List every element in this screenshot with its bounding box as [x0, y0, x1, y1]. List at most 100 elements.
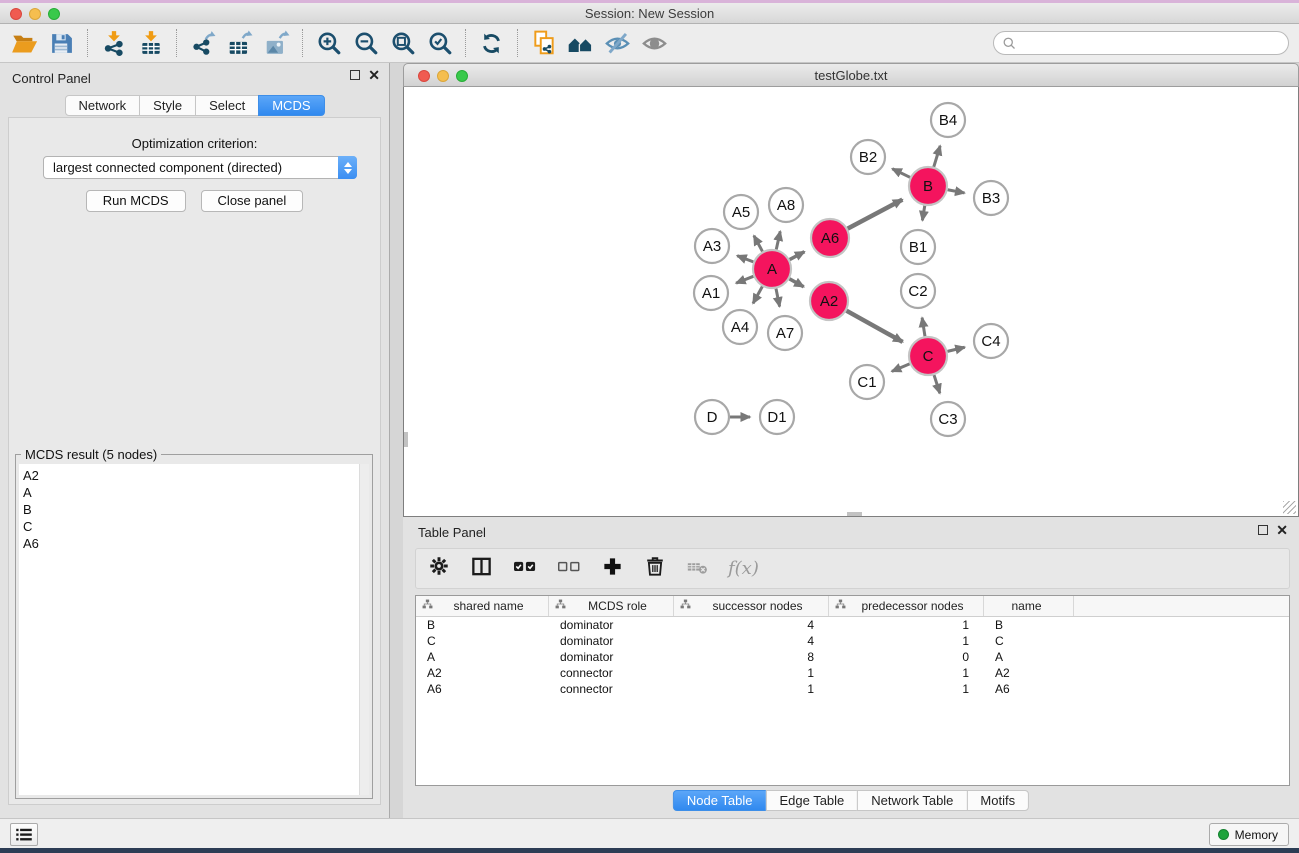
delete-column-icon[interactable] [644, 555, 666, 582]
select-all-icon[interactable] [513, 555, 537, 582]
mcds-result-list[interactable]: A2ABCA6 [19, 464, 369, 795]
tab-select[interactable]: Select [195, 95, 259, 116]
deselect-all-icon[interactable] [557, 555, 581, 582]
export-network-icon[interactable] [184, 26, 221, 60]
import-network-icon[interactable] [95, 26, 132, 60]
result-list-item[interactable]: A2 [23, 467, 369, 484]
run-mcds-button[interactable]: Run MCDS [86, 190, 186, 212]
memory-button[interactable]: Memory [1209, 823, 1289, 846]
open-file-icon[interactable] [6, 26, 43, 60]
table-row[interactable]: Bdominator41B [416, 617, 1289, 633]
table-row[interactable]: Adominator80A [416, 649, 1289, 665]
horizontal-scrollbar[interactable] [847, 512, 862, 516]
column-header-successor-nodes[interactable]: successor nodes [674, 596, 829, 616]
graph-node-D[interactable]: D [695, 400, 729, 434]
graph-edge-B-B2[interactable] [892, 169, 910, 178]
graph-edge-A-A4[interactable] [753, 287, 762, 304]
add-column-icon[interactable] [601, 555, 624, 583]
graph-edge-A-A1[interactable] [736, 276, 753, 283]
graph-edge-B-B4[interactable] [934, 146, 940, 167]
graph-node-A7[interactable]: A7 [768, 316, 802, 350]
criterion-select[interactable]: largest connected component (directed) [43, 156, 357, 179]
graph-edge-A6-B[interactable] [848, 200, 903, 229]
settings-icon[interactable] [428, 555, 450, 582]
graph-node-A5[interactable]: A5 [724, 195, 758, 229]
column-header-name[interactable]: name [984, 596, 1074, 616]
graph-edge-C-C4[interactable] [947, 347, 964, 351]
graph-node-B4[interactable]: B4 [931, 103, 965, 137]
zoom-in-icon[interactable] [310, 26, 347, 60]
first-neighbors-icon[interactable] [562, 26, 599, 60]
graph-node-A8[interactable]: A8 [769, 188, 803, 222]
show-columns-icon[interactable] [470, 555, 493, 583]
graph-node-A6[interactable]: A6 [811, 219, 849, 257]
result-list-scrollbar[interactable] [359, 464, 369, 795]
graph-edge-A-A7[interactable] [776, 289, 780, 307]
graph-edge-C-C3[interactable] [934, 375, 940, 393]
graph-node-A2[interactable]: A2 [810, 282, 848, 320]
hide-selected-icon[interactable] [599, 26, 636, 60]
network-window-titlebar[interactable]: testGlobe.txt [403, 63, 1299, 87]
result-list-item[interactable]: C [23, 518, 369, 535]
graph-node-C3[interactable]: C3 [931, 402, 965, 436]
vertical-scrollbar[interactable] [404, 432, 408, 447]
column-header-predecessor-nodes[interactable]: predecessor nodes [829, 596, 984, 616]
tab-network-table[interactable]: Network Table [857, 790, 967, 811]
close-table-panel-icon[interactable]: ✕ [1276, 525, 1288, 535]
graph-node-C1[interactable]: C1 [850, 365, 884, 399]
tab-mcds[interactable]: MCDS [258, 95, 324, 116]
close-panel-icon[interactable]: ✕ [368, 70, 380, 80]
graph-edge-C-C2[interactable] [922, 318, 925, 337]
graph-edge-C-C1[interactable] [892, 364, 910, 372]
network-canvas[interactable]: B4B2BB3A5A8A6A3B1AA1C2A2A4A7C4CC1C3DD1 [403, 87, 1299, 517]
tab-style[interactable]: Style [139, 95, 196, 116]
zoom-out-icon[interactable] [347, 26, 384, 60]
clone-network-icon[interactable] [525, 26, 562, 60]
export-table-icon[interactable] [221, 26, 258, 60]
search-box[interactable] [993, 31, 1289, 55]
delete-table-icon[interactable] [686, 555, 708, 582]
column-header-mcds-role[interactable]: MCDS role [549, 596, 674, 616]
float-table-panel-icon[interactable] [1258, 525, 1268, 535]
save-session-icon[interactable] [43, 26, 80, 60]
graph-node-C4[interactable]: C4 [974, 324, 1008, 358]
graph-node-B3[interactable]: B3 [974, 181, 1008, 215]
graph-node-A4[interactable]: A4 [723, 310, 757, 344]
graph-edge-B-B3[interactable] [948, 190, 965, 193]
table-row[interactable]: A2connector11A2 [416, 665, 1289, 681]
graph-node-B1[interactable]: B1 [901, 230, 935, 264]
table-row[interactable]: A6connector11A6 [416, 681, 1289, 697]
zoom-fit-icon[interactable] [384, 26, 421, 60]
tab-node-table[interactable]: Node Table [673, 790, 767, 811]
graph-node-D1[interactable]: D1 [760, 400, 794, 434]
graph-node-A[interactable]: A [753, 250, 791, 288]
graph-edge-A-A2[interactable] [789, 279, 803, 287]
zoom-selected-icon[interactable] [421, 26, 458, 60]
task-history-button[interactable] [10, 823, 38, 846]
close-panel-button[interactable]: Close panel [201, 190, 304, 212]
tab-motifs[interactable]: Motifs [966, 790, 1029, 811]
float-panel-icon[interactable] [350, 70, 360, 80]
graph-edge-A-A8[interactable] [776, 231, 780, 249]
tab-edge-table[interactable]: Edge Table [765, 790, 858, 811]
graph-edge-B-B1[interactable] [922, 206, 924, 221]
graph-edge-A2-C[interactable] [846, 311, 902, 342]
graph-node-B2[interactable]: B2 [851, 140, 885, 174]
resize-grip[interactable] [1283, 501, 1296, 514]
import-table-icon[interactable] [132, 26, 169, 60]
graph-edge-A-A5[interactable] [754, 236, 763, 252]
result-list-item[interactable]: B [23, 501, 369, 518]
graph-node-C2[interactable]: C2 [901, 274, 935, 308]
show-all-icon[interactable] [636, 26, 673, 60]
column-header-shared-name[interactable]: shared name [416, 596, 549, 616]
search-input[interactable] [1017, 36, 1267, 51]
graph-node-A1[interactable]: A1 [694, 276, 728, 310]
graph-node-B[interactable]: B [909, 167, 947, 205]
graph-edge-A-A6[interactable] [790, 252, 805, 260]
table-row[interactable]: Cdominator41C [416, 633, 1289, 649]
result-list-item[interactable]: A6 [23, 535, 369, 552]
function-builder-icon[interactable]: f(x) [728, 558, 759, 579]
graph-node-A3[interactable]: A3 [695, 229, 729, 263]
graph-edge-A-A3[interactable] [737, 256, 753, 262]
export-image-icon[interactable] [258, 26, 295, 60]
